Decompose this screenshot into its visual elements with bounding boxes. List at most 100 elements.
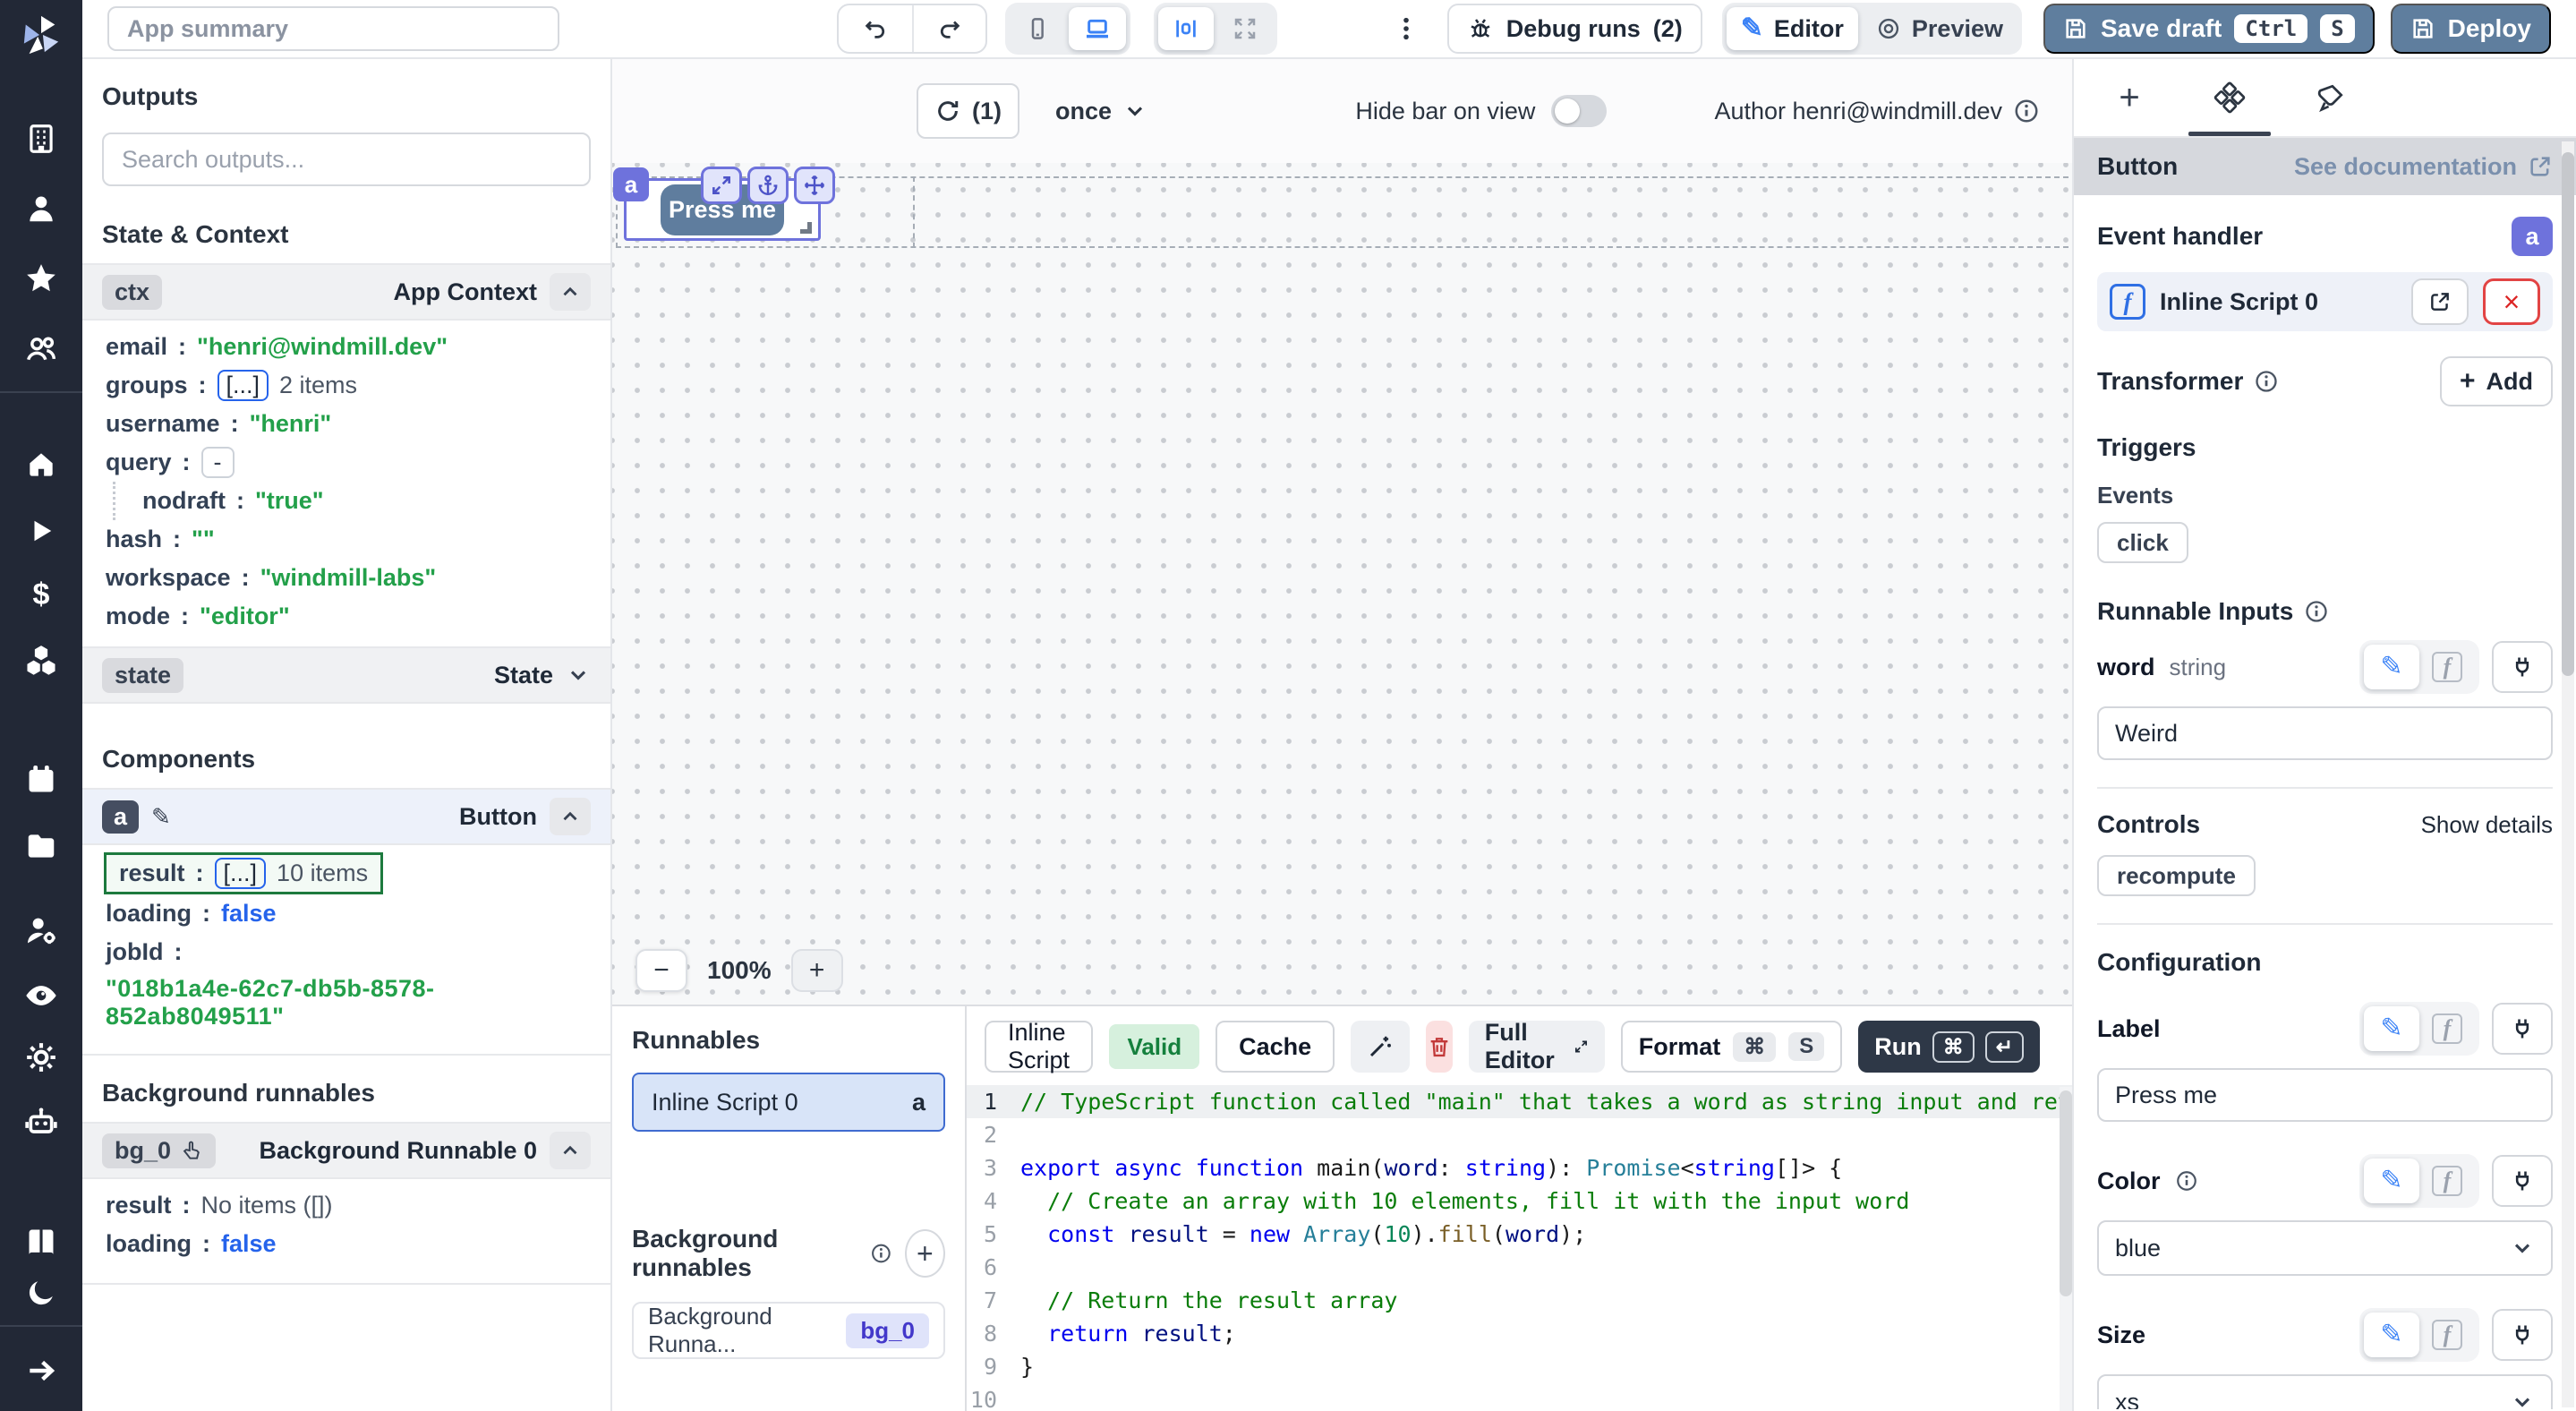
- add-background-runnable-button[interactable]: +: [905, 1229, 945, 1278]
- resize-handle[interactable]: [800, 222, 812, 234]
- app-canvas[interactable]: (1) once Hide bar on view Author henri@w…: [612, 59, 2072, 1005]
- search-outputs-input[interactable]: [102, 133, 591, 186]
- size-select[interactable]: xs: [2097, 1374, 2553, 1409]
- connect-plug-icon[interactable]: [2492, 1003, 2553, 1055]
- refresh-mode-dropdown[interactable]: once: [1055, 98, 1147, 125]
- fullwidth-layout-button[interactable]: [1217, 7, 1273, 50]
- code-editor[interactable]: 1// TypeScript function called "main" th…: [967, 1085, 2072, 1411]
- windmill-logo-icon[interactable]: [0, 14, 82, 56]
- collapse-chevron-up-icon[interactable]: [550, 1132, 591, 1169]
- info-icon[interactable]: [2254, 369, 2279, 394]
- refresh-button[interactable]: (1): [917, 83, 1019, 139]
- open-script-icon[interactable]: [2411, 278, 2469, 325]
- deploy-button[interactable]: Deploy: [2391, 4, 2551, 54]
- user-icon[interactable]: [0, 192, 82, 226]
- zoom-out-button[interactable]: −: [635, 949, 687, 992]
- background-runnable-item[interactable]: Background Runna... bg_0: [632, 1302, 945, 1359]
- inline-script-item[interactable]: Inline Script 0 a: [632, 1073, 945, 1132]
- full-editor-button[interactable]: Full Editor: [1469, 1021, 1605, 1073]
- state-header-row[interactable]: state State: [82, 646, 610, 704]
- collapse-chevron-up-icon[interactable]: [550, 798, 591, 835]
- code-line[interactable]: 5 const result = new Array(10).fill(word…: [967, 1218, 2072, 1251]
- eval-mode-fn-icon[interactable]: f: [2419, 1006, 2475, 1051]
- workspace-icon[interactable]: [0, 122, 82, 156]
- connect-plug-icon[interactable]: [2492, 1309, 2553, 1361]
- eval-mode-fn-icon[interactable]: f: [2419, 1313, 2475, 1357]
- add-transformer-button[interactable]: + Add: [2440, 356, 2553, 406]
- mobile-view-button[interactable]: [1010, 7, 1065, 50]
- info-icon[interactable]: [2013, 98, 2040, 124]
- resources-cubes-icon[interactable]: [0, 643, 82, 677]
- code-line[interactable]: 9}: [967, 1350, 2072, 1383]
- groups-icon[interactable]: [0, 331, 82, 365]
- docs-book-icon[interactable]: [0, 1225, 82, 1259]
- edit-id-pencil-icon[interactable]: ✎: [151, 803, 171, 831]
- button-component-row[interactable]: a ✎ Button: [82, 788, 610, 845]
- word-value-input[interactable]: [2097, 706, 2553, 760]
- app-summary-input[interactable]: [107, 6, 559, 51]
- connect-plug-icon[interactable]: [2492, 1155, 2553, 1207]
- eval-mode-fn-icon[interactable]: f: [2419, 645, 2475, 689]
- workers-user-gear-icon[interactable]: [0, 913, 82, 949]
- cache-button[interactable]: Cache: [1215, 1021, 1335, 1073]
- ai-robot-icon[interactable]: [0, 1105, 82, 1141]
- styling-brush-tab[interactable]: [2280, 59, 2380, 136]
- settings-gear-icon[interactable]: [0, 1040, 82, 1074]
- expand-chevron-down-icon[interactable]: [566, 663, 591, 688]
- code-line[interactable]: 10: [967, 1383, 2072, 1411]
- move-handle-icon[interactable]: [794, 167, 835, 204]
- scrollbar-thumb[interactable]: [2060, 1090, 2072, 1296]
- expand-handle-icon[interactable]: [701, 167, 742, 204]
- preview-tab[interactable]: Preview: [1862, 7, 2017, 50]
- show-details-link[interactable]: Show details: [2421, 811, 2553, 839]
- editor-scrollbar[interactable]: [2060, 1087, 2072, 1411]
- collapse-chevron-up-icon[interactable]: [550, 273, 591, 311]
- run-button[interactable]: Run ⌘ ↵: [1858, 1021, 2040, 1073]
- code-line[interactable]: 8 return result;: [967, 1317, 2072, 1350]
- home-icon[interactable]: [0, 448, 82, 482]
- code-line[interactable]: 3export async function main(word: string…: [967, 1151, 2072, 1184]
- more-menu-kebab-icon[interactable]: [1392, 14, 1420, 43]
- code-line[interactable]: 1// TypeScript function called "main" th…: [967, 1085, 2072, 1118]
- folders-icon[interactable]: [0, 829, 82, 863]
- anchor-handle-icon[interactable]: [747, 167, 789, 204]
- code-line[interactable]: 4 // Create an array with 10 elements, f…: [967, 1184, 2072, 1218]
- connect-plug-icon[interactable]: [2492, 641, 2553, 693]
- ai-wand-button[interactable]: [1351, 1021, 1410, 1073]
- expand-array-chip[interactable]: [...]: [215, 858, 267, 889]
- hide-bar-toggle[interactable]: [1551, 95, 1607, 127]
- info-icon[interactable]: [870, 1240, 892, 1267]
- inline-script-tab[interactable]: Inline Script: [985, 1021, 1093, 1073]
- info-icon[interactable]: [2175, 1169, 2198, 1193]
- color-select[interactable]: blue: [2097, 1220, 2553, 1276]
- code-line[interactable]: 7 // Return the result array: [967, 1284, 2072, 1317]
- component-settings-tab[interactable]: [2179, 59, 2280, 136]
- zoom-in-button[interactable]: +: [791, 949, 843, 992]
- ctx-header-row[interactable]: ctx App Context: [82, 263, 610, 321]
- expand-rail-arrow-icon[interactable]: [0, 1354, 82, 1388]
- info-icon[interactable]: [2304, 599, 2329, 624]
- bg0-header-row[interactable]: bg_0 Background Runnable 0: [82, 1122, 610, 1179]
- audit-eye-icon[interactable]: [0, 978, 82, 1013]
- favorites-star-icon[interactable]: [0, 261, 82, 295]
- format-button[interactable]: Format ⌘ S: [1621, 1021, 1843, 1073]
- static-mode-pencil-icon[interactable]: ✎: [2364, 645, 2419, 689]
- code-line[interactable]: 2: [967, 1118, 2072, 1151]
- undo-button[interactable]: [839, 5, 912, 52]
- static-mode-pencil-icon[interactable]: ✎: [2364, 1159, 2419, 1203]
- desktop-view-button[interactable]: [1069, 7, 1126, 50]
- variables-dollar-icon[interactable]: $: [0, 577, 82, 612]
- see-documentation-link[interactable]: See documentation: [2294, 153, 2553, 181]
- debug-runs-button[interactable]: Debug runs (2): [1447, 4, 1702, 54]
- panel-scrollbar[interactable]: [2562, 141, 2574, 1407]
- label-value-input[interactable]: [2097, 1068, 2553, 1122]
- expand-object-chip[interactable]: -: [201, 447, 235, 478]
- insert-component-tab[interactable]: +: [2079, 59, 2179, 136]
- code-line[interactable]: 6: [967, 1251, 2072, 1284]
- schedules-calendar-icon[interactable]: [0, 763, 82, 797]
- save-draft-button[interactable]: Save draft Ctrl S: [2043, 4, 2375, 54]
- centered-layout-button[interactable]: [1158, 7, 1214, 50]
- expand-array-chip[interactable]: [...]: [218, 370, 269, 401]
- scrollbar-thumb[interactable]: [2562, 152, 2574, 676]
- event-script-card[interactable]: f Inline Script 0 ×: [2097, 272, 2553, 331]
